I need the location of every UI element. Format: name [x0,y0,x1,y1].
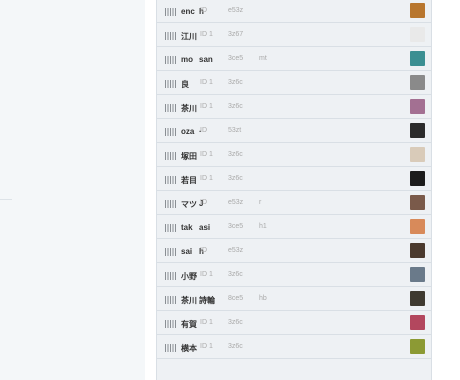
avatar[interactable] [410,339,425,354]
user-code: 3z6c [228,271,243,278]
user-id: ID 1 [200,175,213,182]
user-id: ID 1 [200,343,213,350]
drag-handle-icon[interactable] [165,344,177,352]
user-name: 有賀 [181,320,197,329]
user-code: 3z67 [228,31,244,38]
user-name: 小野 [181,272,197,281]
user-code: 3z6c [228,103,243,110]
user-name: tak [181,223,193,232]
sidebar-divider [0,199,12,200]
drag-handle-icon[interactable] [165,272,177,280]
list-item[interactable]: sai h ID e53z [157,239,431,263]
drag-handle-icon[interactable] [165,320,177,328]
user-id: ID 1 [200,103,213,110]
drag-handle-icon[interactable] [165,152,177,160]
user-name: 良 [181,80,189,89]
user-code: 3ce5 [228,223,244,230]
user-name: oza [181,127,195,136]
list-item[interactable]: 良 ID 1 3z6c [157,71,431,95]
list-item[interactable]: 塚田 ID 1 3z6c [157,143,431,167]
user-name: enc [181,7,195,16]
drag-handle-icon[interactable] [165,80,177,88]
drag-handle-icon[interactable] [165,296,177,304]
main-panel: enc h ID e53z 江川 ID 1 3z67 mo san 3ce5 mt 良 ID 1 3z6c… [145,0,460,380]
user-code: e53z [228,247,244,254]
user-id: ID [200,199,207,206]
drag-handle-icon[interactable] [165,176,177,184]
user-name: sai [181,247,193,256]
user-name: 横本 [181,344,197,353]
user-id: ID [200,127,207,134]
user-extra: mt [259,55,267,62]
avatar[interactable] [410,147,425,162]
avatar[interactable] [410,219,425,234]
list-item[interactable]: mo san 3ce5 mt [157,47,431,71]
avatar[interactable] [410,291,425,306]
drag-handle-icon[interactable] [165,200,177,208]
user-extra: r [259,199,262,206]
avatar[interactable] [410,3,425,18]
list-item[interactable]: tak asi 3ce5 h1 [157,215,431,239]
user-name: 江川 [181,32,197,41]
user-name-suffix: asi [199,223,211,232]
user-name: 塚田 [181,152,197,161]
avatar[interactable] [410,75,425,90]
avatar[interactable] [410,195,425,210]
drag-handle-icon[interactable] [165,32,177,40]
user-code: 3z6c [228,319,243,326]
list-item[interactable]: 茶川 詩輪 8ce5 hb [157,287,431,311]
user-name: 茶川 [181,296,197,305]
drag-handle-icon[interactable] [165,128,177,136]
user-extra: h1 [259,223,267,230]
user-name: マツ [181,200,197,209]
user-id: ID 1 [200,31,213,38]
sidebar [0,0,146,380]
user-id: ID [200,247,207,254]
drag-handle-icon[interactable] [165,224,177,232]
user-code: 3z6c [228,151,243,158]
user-id: ID 1 [200,319,213,326]
list-item[interactable]: 茶川 ID 1 3z6c [157,95,431,119]
user-id: ID 1 [200,271,213,278]
user-code: e53z [228,7,244,14]
avatar[interactable] [410,27,425,42]
drag-handle-icon[interactable] [165,248,177,256]
user-name-suffix: 詩輪 [199,296,215,305]
user-name: mo [181,55,193,64]
avatar[interactable] [410,51,425,66]
user-list: enc h ID e53z 江川 ID 1 3z67 mo san 3ce5 mt 良 ID 1 3z6c… [156,0,432,380]
user-name-suffix: san [199,55,213,64]
list-item[interactable]: oza · ID 53zt [157,119,431,143]
user-code: e53z [228,199,244,206]
list-item[interactable]: 横本 ID 1 3z6c [157,335,431,359]
user-code: 3ce5 [228,55,244,62]
list-item[interactable]: enc h ID e53z [157,0,431,23]
avatar[interactable] [410,123,425,138]
user-id: ID 1 [200,79,213,86]
user-code: 53zt [228,127,242,134]
user-code: 8ce5 [228,295,244,302]
avatar[interactable] [410,315,425,330]
avatar[interactable] [410,267,425,282]
user-code: 3z6c [228,343,243,350]
user-code: 3z6c [228,175,243,182]
list-item[interactable]: 小野 ID 1 3z6c [157,263,431,287]
list-item[interactable]: 若目 ID 1 3z6c [157,167,431,191]
list-item[interactable]: 有賀 ID 1 3z6c [157,311,431,335]
user-code: 3z6c [228,79,243,86]
drag-handle-icon[interactable] [165,56,177,64]
user-name: 茶川 [181,104,197,113]
avatar[interactable] [410,243,425,258]
drag-handle-icon[interactable] [165,104,177,112]
drag-handle-icon[interactable] [165,8,177,16]
list-item[interactable]: マツ J ID e53z r [157,191,431,215]
user-id: ID [200,7,207,14]
avatar[interactable] [410,99,425,114]
user-extra: hb [259,295,267,302]
avatar[interactable] [410,171,425,186]
list-item[interactable]: 江川 ID 1 3z67 [157,23,431,47]
user-id: ID 1 [200,151,213,158]
user-name: 若目 [181,176,197,185]
